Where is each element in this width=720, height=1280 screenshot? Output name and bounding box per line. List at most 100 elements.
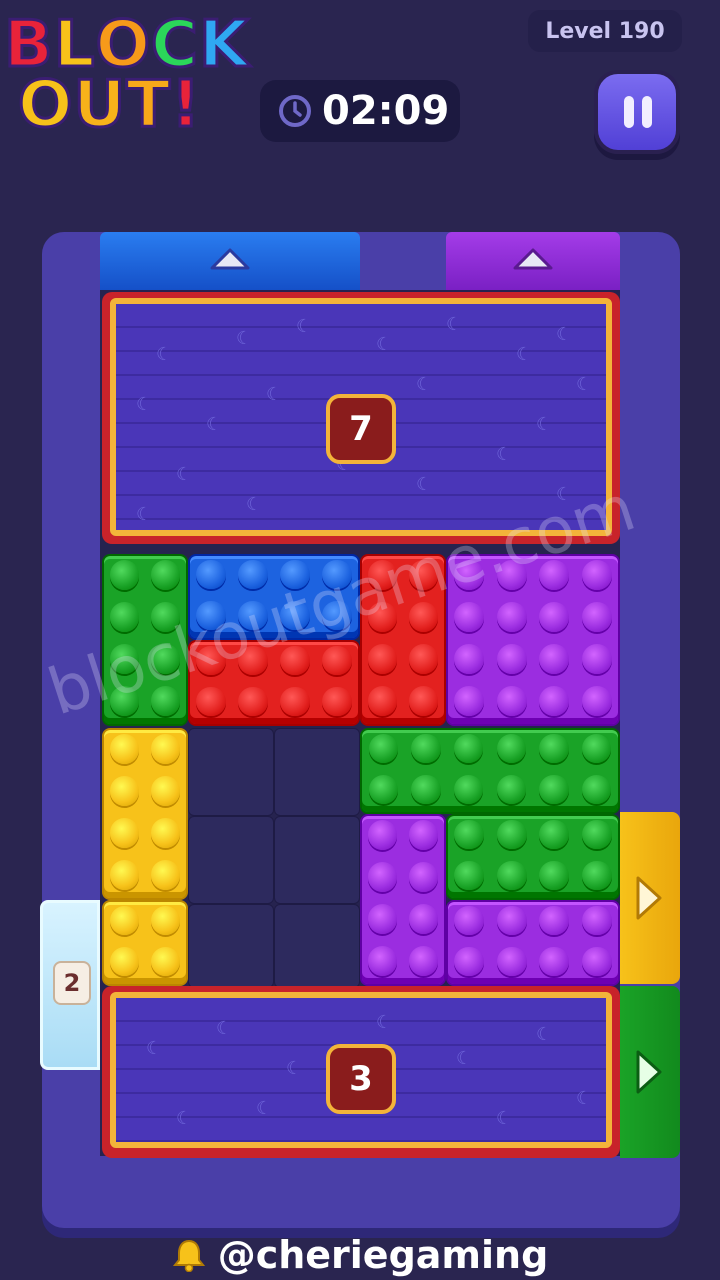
- yellow-brick-vertical[interactable]: [102, 728, 188, 900]
- brick-stud: [150, 734, 181, 764]
- brick-stud: [150, 818, 181, 848]
- purple-brick-vertical[interactable]: [360, 814, 446, 986]
- footer-credit: @cheriegaming: [0, 1230, 720, 1280]
- clock-icon: [279, 95, 311, 127]
- brick-stud: [408, 820, 439, 850]
- brick-stud: [150, 860, 181, 890]
- brick-stud: [109, 818, 140, 848]
- brick-stud: [408, 946, 439, 976]
- bell-icon: [172, 1239, 205, 1272]
- brick-stud: [368, 733, 399, 764]
- empty-cell: [188, 904, 274, 988]
- brick-stud: [581, 559, 612, 591]
- brick-stud: [367, 686, 398, 716]
- brick-stud: [109, 860, 140, 890]
- exit-gate-purple-top: [446, 232, 620, 290]
- timer-text: 02:09: [322, 88, 450, 134]
- plank-counter-bottom: 3: [326, 1044, 396, 1114]
- brick-stud: [367, 862, 398, 892]
- brick-stud: [581, 685, 612, 717]
- brick-stud: [238, 559, 268, 590]
- brick-stud: [454, 905, 484, 936]
- brick-stud: [150, 946, 181, 977]
- brick-stud: [539, 946, 569, 977]
- brick-stud: [367, 644, 398, 674]
- brick-stud: [539, 643, 570, 675]
- purple-brick-horizontal[interactable]: [446, 900, 620, 986]
- footer-handle: @cheriegaming: [217, 1233, 549, 1277]
- brick-stud: [109, 734, 140, 764]
- brick-stud: [150, 776, 181, 806]
- brick-stud: [196, 686, 226, 717]
- brick-stud: [408, 686, 439, 716]
- brick-stud: [150, 905, 181, 936]
- brick-stud: [581, 733, 612, 764]
- brick-stud: [496, 774, 527, 805]
- brick-stud: [109, 602, 140, 632]
- brick-stud: [539, 905, 569, 936]
- brick-stud: [109, 776, 140, 806]
- brick-stud: [539, 819, 569, 850]
- brick-stud: [581, 601, 612, 633]
- brick-stud: [196, 559, 226, 590]
- ice-counter: 2: [53, 961, 91, 1005]
- arrow-up-icon: [210, 248, 250, 270]
- brick-stud: [539, 685, 570, 717]
- green-brick-horizontal[interactable]: [446, 814, 620, 900]
- brick-stud: [322, 686, 352, 717]
- brick-stud: [150, 560, 181, 590]
- green-brick-wide[interactable]: [360, 728, 620, 814]
- brick-stud: [539, 860, 569, 891]
- exit-gate-blue-top: [100, 232, 360, 290]
- arrow-right-icon: [636, 876, 662, 920]
- game-logo: BLOCK OUT!: [0, 0, 270, 150]
- brick-stud: [280, 686, 310, 717]
- brick-stud: [496, 860, 527, 891]
- pause-button[interactable]: [594, 70, 680, 154]
- brick-stud: [496, 643, 527, 675]
- brick-stud: [454, 819, 484, 850]
- empty-cell: [274, 816, 360, 904]
- brick-stud: [496, 946, 527, 977]
- locked-plank-bottom[interactable]: ☾ ☾ ☾ ☾ ☾ ☾ ☾ ☾ ☾ ☾ 3: [102, 986, 620, 1158]
- empty-cell: [274, 904, 360, 988]
- logo-line-2: OUT!: [16, 67, 202, 144]
- brick-stud: [539, 733, 569, 764]
- timer: 02:09: [260, 80, 460, 142]
- ice-block[interactable]: 2: [40, 900, 100, 1070]
- brick-stud: [581, 860, 612, 891]
- brick-stud: [496, 601, 527, 633]
- brick-stud: [367, 820, 398, 850]
- exit-gate-yellow-right: [620, 812, 680, 984]
- brick-stud: [539, 774, 569, 805]
- brick-stud: [408, 904, 439, 934]
- empty-cell: [188, 816, 274, 904]
- brick-stud: [454, 860, 484, 891]
- brick-stud: [454, 643, 485, 675]
- brick-stud: [581, 774, 612, 805]
- level-label: Level 190: [528, 10, 682, 52]
- brick-stud: [368, 774, 399, 805]
- brick-stud: [539, 601, 570, 633]
- brick-stud: [408, 644, 439, 674]
- empty-cell: [188, 728, 274, 816]
- brick-stud: [454, 946, 484, 977]
- empty-cell: [274, 728, 360, 816]
- brick-stud: [496, 733, 527, 764]
- brick-stud: [454, 601, 485, 633]
- brick-stud: [454, 685, 485, 717]
- brick-stud: [581, 819, 612, 850]
- brick-stud: [322, 645, 352, 676]
- brick-stud: [109, 946, 140, 977]
- brick-stud: [367, 904, 398, 934]
- brick-stud: [411, 733, 441, 764]
- arrow-up-icon: [513, 248, 553, 270]
- exit-gate-green-right: [620, 986, 680, 1158]
- plank-counter-top: 7: [326, 394, 396, 464]
- brick-stud: [109, 905, 140, 936]
- brick-stud: [411, 774, 441, 805]
- brick-stud: [238, 686, 268, 717]
- brick-stud: [408, 862, 439, 892]
- brick-stud: [581, 946, 612, 977]
- yellow-brick-small[interactable]: [102, 900, 188, 986]
